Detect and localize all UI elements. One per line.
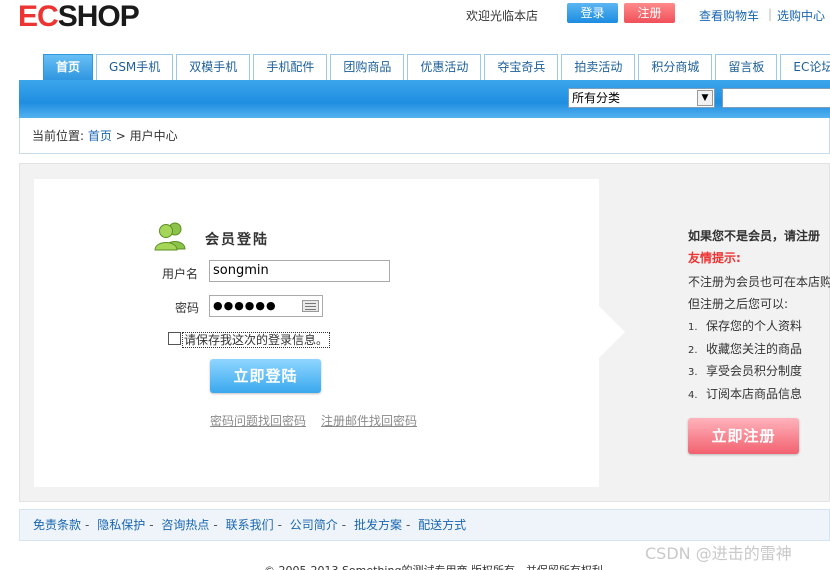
breadcrumb-prefix: 当前位置: bbox=[32, 129, 85, 143]
breadcrumb-home-link[interactable]: 首页 bbox=[88, 129, 112, 143]
breadcrumb-current: 用户中心 bbox=[129, 129, 178, 143]
register-prompt-title: 如果您不是会员，请注册 bbox=[688, 229, 821, 243]
users-icon bbox=[154, 222, 186, 251]
nav-tab-promotions[interactable]: 优惠活动 bbox=[407, 54, 482, 80]
top-login-button[interactable]: 登录 bbox=[567, 3, 618, 23]
password-label: 密码 bbox=[175, 301, 200, 315]
footer-link-about[interactable]: 公司简介 bbox=[290, 518, 338, 532]
footer-link-faq[interactable]: 咨询热点 bbox=[161, 518, 209, 532]
view-cart-link[interactable]: 查看购物车 bbox=[699, 7, 759, 24]
nav-tab-treasure[interactable]: 夺宝奇兵 bbox=[484, 54, 559, 80]
username-input[interactable]: songmin bbox=[209, 260, 390, 282]
welcome-text: 欢迎光临本店 bbox=[466, 9, 539, 23]
search-input[interactable] bbox=[722, 88, 830, 108]
register-tip-line: 不注册为会员也可在本店购 bbox=[688, 275, 830, 289]
csdn-watermark: CSDN @进击的雷神 bbox=[645, 544, 792, 563]
site-logo[interactable]: ECSHOP bbox=[18, 2, 140, 32]
benefit-item: 2. 收藏您关注的商品 bbox=[688, 342, 803, 356]
nav-tab-dual-mode[interactable]: 双模手机 bbox=[176, 54, 251, 80]
shopping-center-link[interactable]: 选购中心 bbox=[777, 7, 825, 24]
keyboard-icon[interactable] bbox=[302, 300, 319, 312]
footer-links: 免责条款 - 隐私保护 - 咨询热点 - 联系我们 - 公司简介 - 批发方案 - 配送方式 bbox=[19, 509, 830, 541]
benefit-item: 3. 享受会员积分制度 bbox=[688, 364, 803, 378]
footer-link-wholesale[interactable]: 批发方案 bbox=[354, 518, 402, 532]
nav-tab-message-board[interactable]: 留言板 bbox=[715, 54, 778, 80]
login-title: 会员登陆 bbox=[205, 232, 269, 248]
password-value: ●●●●●● bbox=[213, 299, 277, 312]
nav-tab-accessories[interactable]: 手机配件 bbox=[253, 54, 328, 80]
footer-link-shipping[interactable]: 配送方式 bbox=[418, 518, 466, 532]
category-select-value: 所有分类 bbox=[572, 91, 621, 105]
copyright-text: © 2005-2013 Something的测试专用商 版权所有，并保留所有权利… bbox=[264, 562, 614, 570]
breadcrumb-separator: > bbox=[115, 129, 126, 143]
username-label: 用户名 bbox=[162, 267, 199, 281]
category-select[interactable]: 所有分类 ▼ bbox=[568, 88, 715, 108]
nav-tab-auction[interactable]: 拍卖活动 bbox=[561, 54, 636, 80]
remember-checkbox[interactable] bbox=[168, 332, 181, 345]
nav-tab-group-buy[interactable]: 团购商品 bbox=[330, 54, 405, 80]
remember-label[interactable]: 请保存我这次的登录信息。 bbox=[182, 332, 331, 348]
footer-link-contact[interactable]: 联系我们 bbox=[226, 518, 274, 532]
password-input[interactable]: ●●●●●● bbox=[209, 295, 323, 317]
chevron-down-icon[interactable]: ▼ bbox=[697, 90, 713, 106]
panel-pointer bbox=[599, 306, 625, 358]
forgot-password-email-link[interactable]: 注册邮件找回密码 bbox=[321, 412, 417, 429]
main-nav: 首页 GSM手机 双模手机 手机配件 团购商品 优惠活动 夺宝奇兵 拍卖活动 积… bbox=[43, 54, 830, 80]
header-separator: | bbox=[768, 7, 773, 21]
nav-tab-points-mall[interactable]: 积分商城 bbox=[638, 54, 713, 80]
register-tip-line: 但注册之后您可以: bbox=[688, 297, 789, 311]
footer-link-privacy[interactable]: 隐私保护 bbox=[97, 518, 145, 532]
register-button[interactable]: 立即注册 bbox=[688, 418, 799, 454]
forgot-password-question-link[interactable]: 密码问题找回密码 bbox=[210, 412, 306, 429]
register-tip-heading: 友情提示: bbox=[688, 251, 741, 265]
breadcrumb: 当前位置: 首页 > 用户中心 bbox=[19, 118, 830, 154]
nav-tab-gsm[interactable]: GSM手机 bbox=[96, 54, 174, 80]
top-register-button[interactable]: 注册 bbox=[624, 3, 675, 23]
footer-link-disclaimer[interactable]: 免责条款 bbox=[33, 518, 81, 532]
nav-tab-home[interactable]: 首页 bbox=[43, 54, 94, 80]
nav-tab-forum[interactable]: EC论坛 bbox=[780, 54, 830, 80]
benefit-item: 1. 保存您的个人资料 bbox=[688, 319, 803, 333]
benefit-item: 4. 订阅本店商品信息 bbox=[688, 387, 803, 401]
login-submit-button[interactable]: 立即登陆 bbox=[210, 359, 321, 393]
